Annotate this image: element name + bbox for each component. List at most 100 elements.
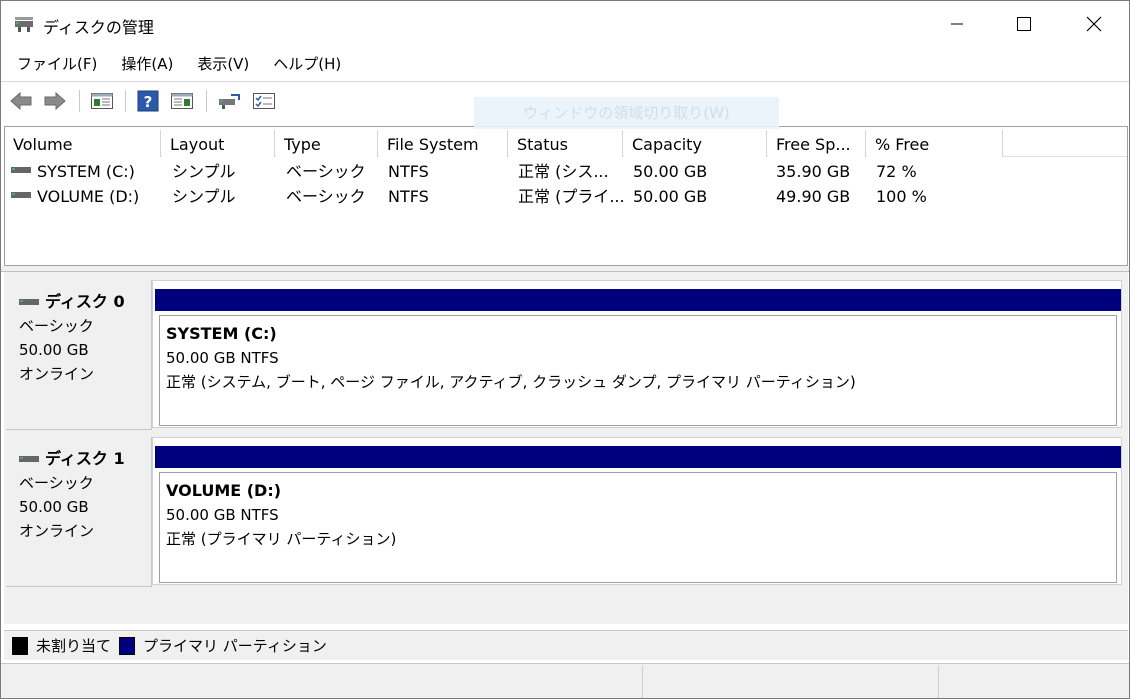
partition-status: 正常 (システム, ブート, ページ ファイル, アクティブ, クラッシュ ダン… bbox=[166, 373, 856, 391]
disk-size: 50.00 GB bbox=[19, 341, 89, 359]
disk-name: ディスク 1 bbox=[19, 447, 151, 471]
partition-status: 正常 (プライマリ パーティション) bbox=[166, 530, 397, 548]
volume-name: SYSTEM (C:) bbox=[37, 162, 135, 181]
disk-drive-icon bbox=[19, 299, 39, 305]
volume-cell: VOLUME (D:) bbox=[11, 184, 139, 209]
toolbar-separator bbox=[125, 90, 126, 112]
volume-drive-icon bbox=[11, 192, 31, 198]
legend: 未割り当て プライマリ パーティション bbox=[4, 630, 1128, 660]
title-bar[interactable]: ディスクの管理 bbox=[1, 1, 1129, 47]
window-snip-tooltip: ウィンドウの領域切り取り(W) bbox=[474, 97, 779, 129]
type-cell: ベーシック bbox=[286, 162, 366, 181]
disk-0-label[interactable]: ディスク 0 ベーシック 50.00 GB オンライン bbox=[6, 280, 152, 430]
primary-partition-swatch bbox=[119, 636, 136, 655]
table-row[interactable]: SYSTEM (C:) シンプル ベーシック NTFS 正常 (シス... 50… bbox=[5, 159, 1127, 184]
partition-system-c[interactable]: SYSTEM (C:) 50.00 GB NTFS 正常 (システム, ブート,… bbox=[159, 315, 1117, 426]
properties-list-icon bbox=[253, 93, 275, 109]
show-hide-action-pane-button[interactable] bbox=[169, 89, 195, 113]
help-icon: ? bbox=[137, 90, 159, 112]
disk-state: オンライン bbox=[19, 365, 95, 383]
primary-partition-bar bbox=[155, 446, 1121, 468]
disk-type: ベーシック bbox=[19, 474, 94, 492]
menu-help[interactable]: ヘルプ(H) bbox=[265, 47, 349, 81]
column-header-volume[interactable]: Volume bbox=[5, 130, 161, 157]
volume-cell: SYSTEM (C:) bbox=[11, 159, 135, 184]
disk-state: オンライン bbox=[19, 522, 95, 540]
status-bar bbox=[1, 663, 1129, 698]
type-cell: ベーシック bbox=[286, 187, 366, 206]
close-icon bbox=[1086, 16, 1102, 32]
back-button[interactable] bbox=[8, 89, 34, 113]
disk-name-text: ディスク 1 bbox=[45, 449, 125, 468]
disk-1-label[interactable]: ディスク 1 ベーシック 50.00 GB オンライン bbox=[6, 437, 152, 587]
file-system-cell: NTFS bbox=[388, 162, 429, 181]
column-header-free-space[interactable]: Free Sp... bbox=[768, 130, 866, 157]
column-header-file-system[interactable]: File System bbox=[379, 130, 508, 157]
menu-view[interactable]: 表示(V) bbox=[189, 47, 257, 81]
window-title: ディスクの管理 bbox=[43, 18, 154, 37]
svg-text:?: ? bbox=[144, 93, 153, 111]
layout-cell: シンプル bbox=[172, 162, 236, 181]
partition-title: SYSTEM (C:) bbox=[166, 324, 277, 343]
minimize-button[interactable] bbox=[934, 1, 980, 47]
file-system-cell: NTFS bbox=[388, 187, 429, 206]
column-header-status[interactable]: Status bbox=[509, 130, 623, 157]
legend-unallocated: 未割り当て bbox=[36, 637, 112, 655]
disk-name: ディスク 0 bbox=[19, 290, 151, 314]
back-arrow-icon bbox=[10, 91, 32, 111]
capacity-cell: 50.00 GB bbox=[633, 162, 708, 181]
primary-partition-bar bbox=[155, 289, 1121, 311]
menu-file[interactable]: ファイル(F) bbox=[9, 47, 105, 81]
close-button[interactable] bbox=[1071, 1, 1117, 47]
column-header-percent-free[interactable]: % Free bbox=[867, 130, 1003, 157]
show-hide-console-tree-button[interactable] bbox=[89, 89, 115, 113]
volume-drive-icon bbox=[11, 167, 31, 173]
percent-free-cell: 100 % bbox=[876, 187, 927, 206]
status-separator bbox=[642, 666, 643, 698]
disk-size: 50.00 GB bbox=[19, 498, 89, 516]
menu-bar: ファイル(F) 操作(A) 表示(V) ヘルプ(H) bbox=[1, 47, 1129, 81]
disk-graphical-view[interactable]: ディスク 0 ベーシック 50.00 GB オンライン SYSTEM (C:) … bbox=[4, 272, 1128, 624]
column-header-layout[interactable]: Layout bbox=[162, 130, 275, 157]
disk-management-window: ディスクの管理 ファイル(F) 操作(A) 表示(V) ヘルプ(H) ? Vol… bbox=[0, 0, 1130, 699]
partition-volume-d[interactable]: VOLUME (D:) 50.00 GB NTFS 正常 (プライマリ パーティ… bbox=[159, 472, 1117, 583]
forward-arrow-icon bbox=[44, 91, 66, 111]
status-cell: 正常 (シス... bbox=[518, 162, 609, 181]
disk-0-block: ディスク 0 ベーシック 50.00 GB オンライン SYSTEM (C:) … bbox=[4, 272, 1128, 430]
legend-primary-partition: プライマリ パーティション bbox=[143, 637, 327, 655]
disk-1-partition-area: VOLUME (D:) 50.00 GB NTFS 正常 (プライマリ パーティ… bbox=[152, 437, 1122, 585]
column-header-type[interactable]: Type bbox=[276, 130, 378, 157]
volume-list-header: Volume Layout Type File System Status Ca… bbox=[5, 130, 1127, 157]
layout-cell: シンプル bbox=[172, 187, 236, 206]
partition-size-fs: 50.00 GB NTFS bbox=[166, 506, 279, 524]
help-button[interactable]: ? bbox=[135, 89, 161, 113]
volume-list[interactable]: Volume Layout Type File System Status Ca… bbox=[4, 126, 1128, 266]
toolbar-separator bbox=[79, 90, 80, 112]
console-tree-icon bbox=[91, 93, 113, 109]
minimize-icon bbox=[951, 23, 963, 25]
disk-name-text: ディスク 0 bbox=[45, 292, 125, 311]
capacity-cell: 50.00 GB bbox=[633, 187, 708, 206]
disk-drive-icon bbox=[19, 456, 39, 462]
maximize-icon bbox=[1017, 17, 1031, 31]
forward-button[interactable] bbox=[42, 89, 68, 113]
status-separator bbox=[938, 666, 939, 698]
percent-free-cell: 72 % bbox=[876, 162, 917, 181]
status-cell: 正常 (プライ... bbox=[518, 187, 625, 206]
partition-title: VOLUME (D:) bbox=[166, 481, 282, 500]
column-header-capacity[interactable]: Capacity bbox=[624, 130, 767, 157]
maximize-button[interactable] bbox=[1001, 1, 1047, 47]
unallocated-swatch bbox=[12, 636, 28, 655]
disk-1-block: ディスク 1 ベーシック 50.00 GB オンライン VOLUME (D:) … bbox=[4, 429, 1128, 587]
table-row[interactable]: VOLUME (D:) シンプル ベーシック NTFS 正常 (プライ... 5… bbox=[5, 184, 1127, 209]
toolbar-separator bbox=[206, 90, 207, 112]
menu-action[interactable]: 操作(A) bbox=[113, 47, 181, 81]
free-space-cell: 49.90 GB bbox=[776, 187, 851, 206]
disk-0-partition-area: SYSTEM (C:) 50.00 GB NTFS 正常 (システム, ブート,… bbox=[152, 280, 1122, 428]
free-space-cell: 35.90 GB bbox=[776, 162, 851, 181]
properties-button[interactable] bbox=[251, 89, 277, 113]
connect-disk-button[interactable] bbox=[216, 89, 242, 113]
action-pane-icon bbox=[171, 93, 193, 109]
partition-size-fs: 50.00 GB NTFS bbox=[166, 349, 279, 367]
volume-name: VOLUME (D:) bbox=[37, 187, 140, 206]
